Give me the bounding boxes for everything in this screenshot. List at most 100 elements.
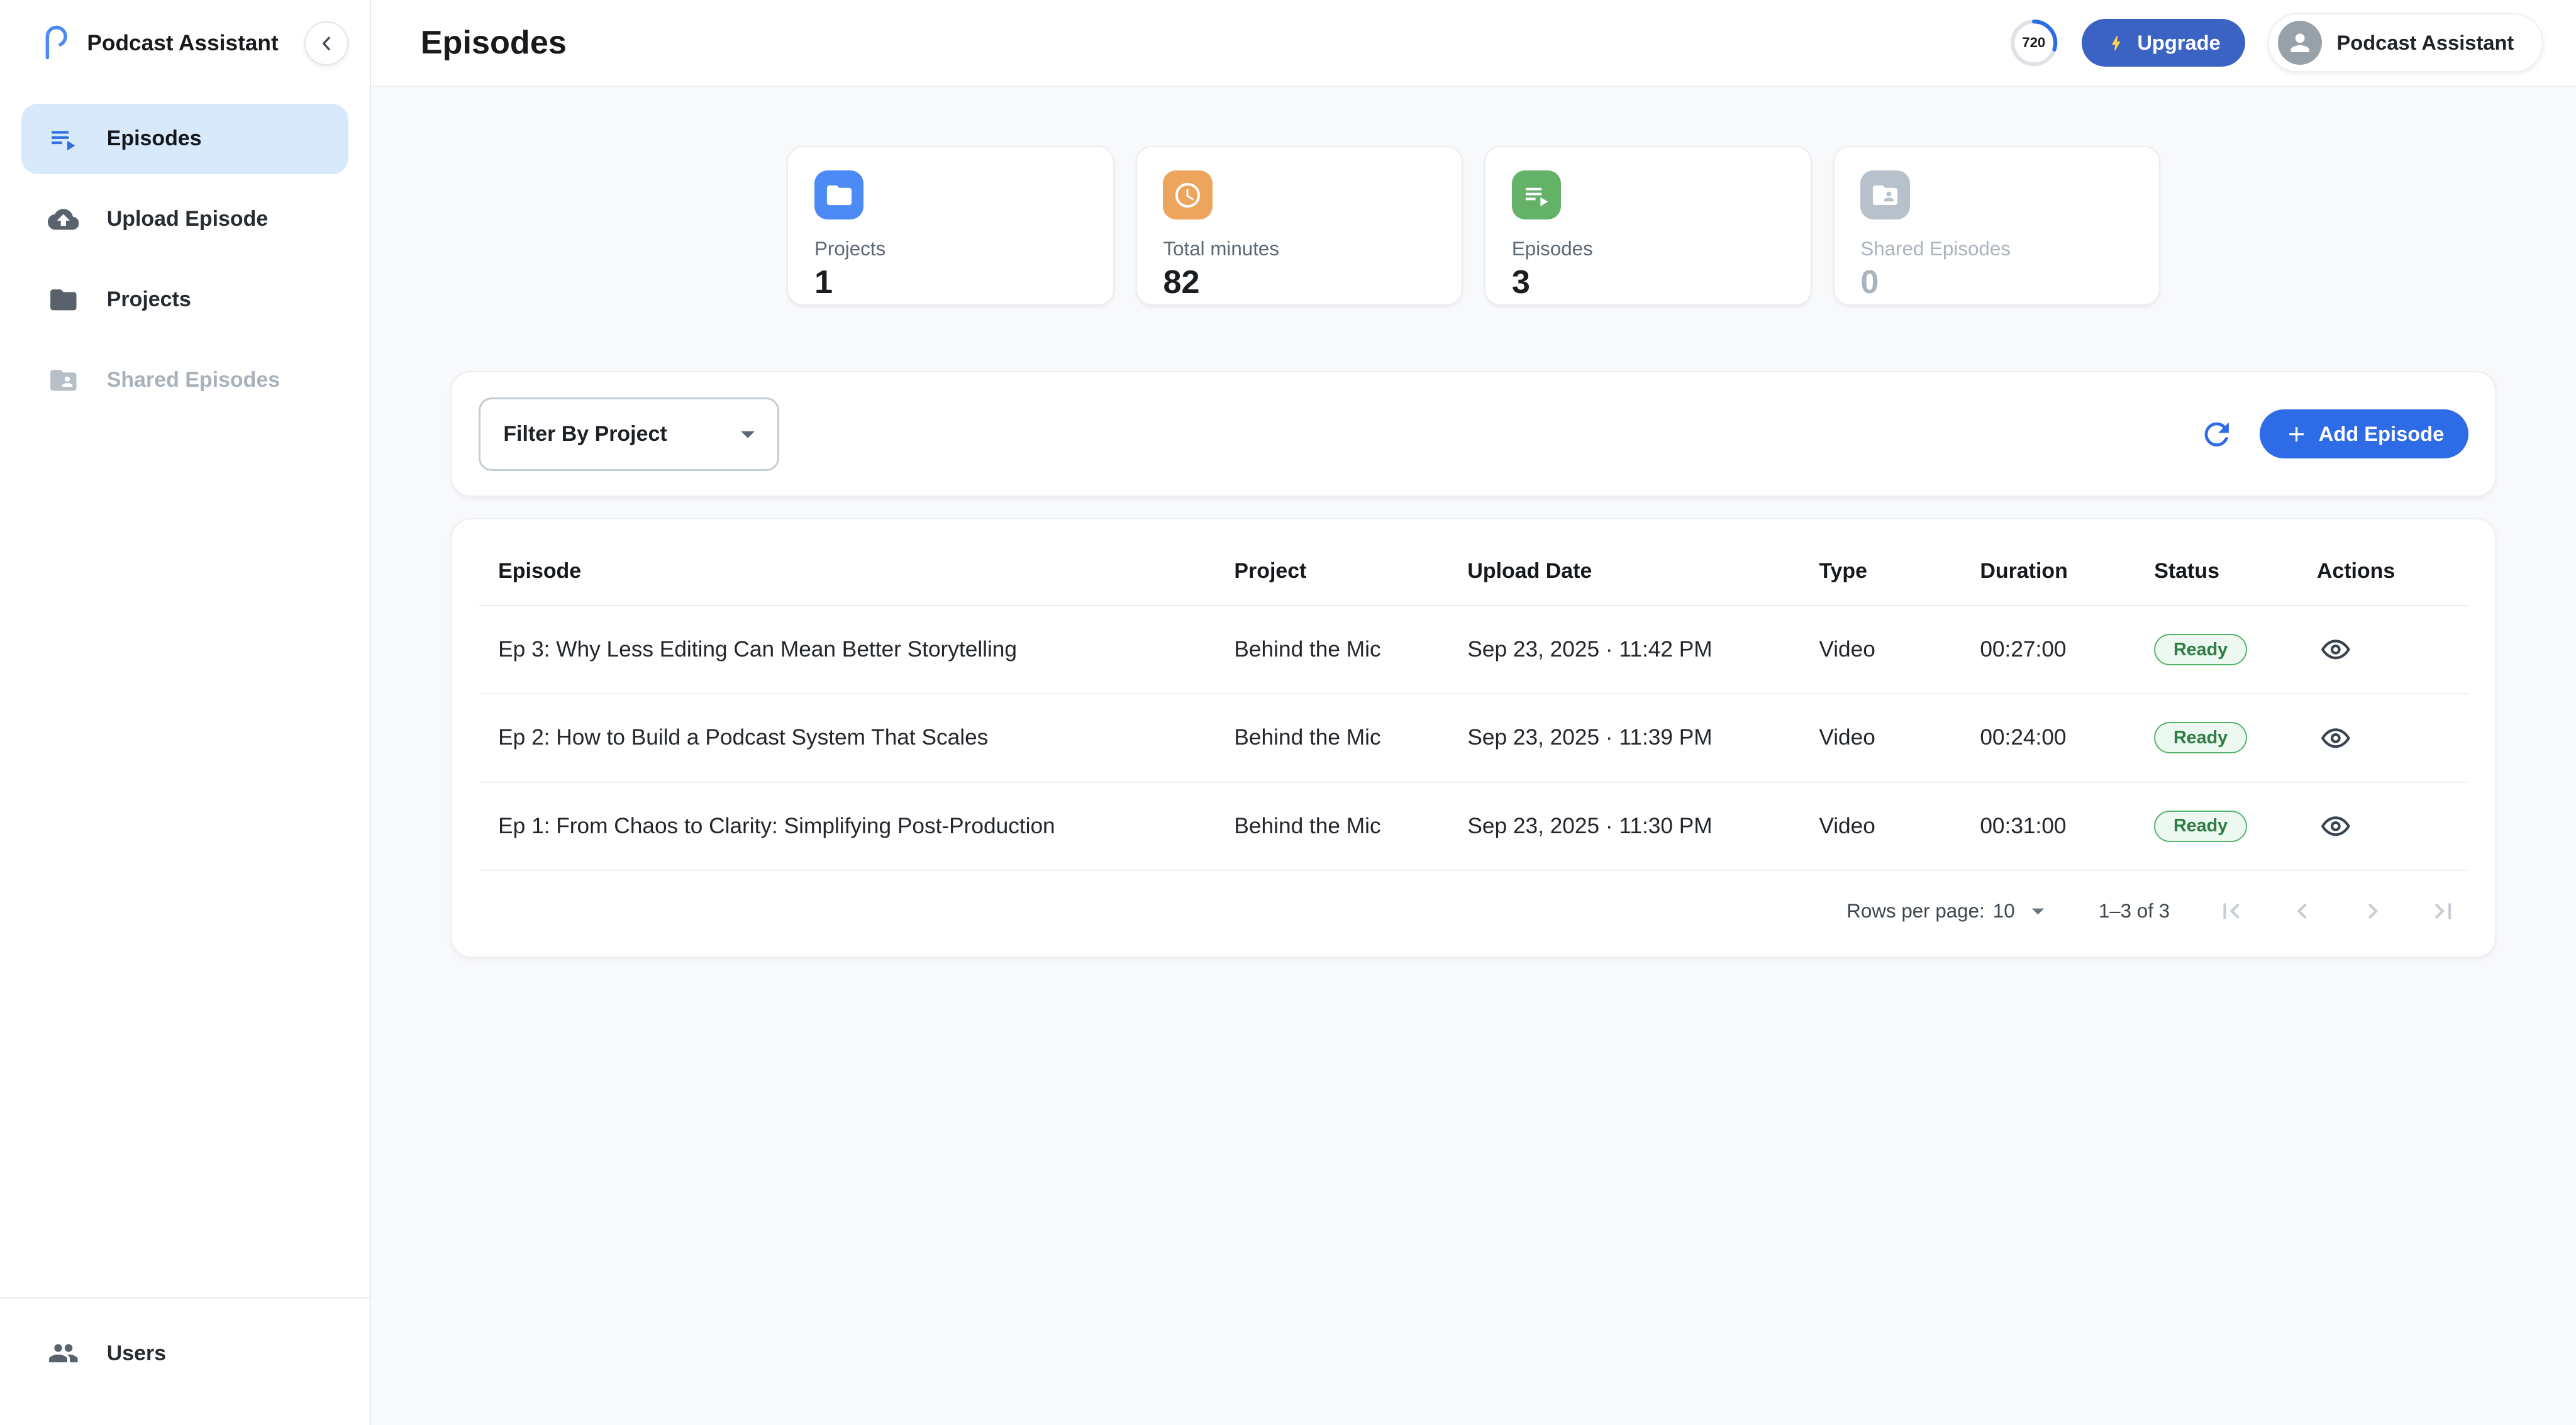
- folder-icon: [48, 284, 79, 316]
- app-root: Podcast Assistant Episodes Upload Episod…: [0, 0, 2576, 1425]
- sidebar-item-label: Episodes: [107, 126, 202, 151]
- column-header-upload-date: Upload Date: [1448, 533, 1799, 606]
- episode-date: Sep 23, 2025 · 11:30 PM: [1448, 782, 1799, 870]
- table-header-row: Episode Project Upload Date Type Duratio…: [479, 533, 2469, 606]
- refresh-icon: [2199, 416, 2235, 452]
- status-badge: Ready: [2154, 722, 2247, 753]
- playlist-icon: [1522, 180, 1552, 210]
- first-page-button[interactable]: [2216, 895, 2247, 927]
- table-row: Ep 3: Why Less Editing Can Mean Better S…: [479, 606, 2469, 694]
- episode-type: Video: [1799, 694, 1960, 782]
- filter-actions: Add Episode: [2196, 409, 2469, 458]
- account-menu[interactable]: Podcast Assistant: [2268, 13, 2543, 72]
- avatar: [2278, 21, 2323, 65]
- rows-per-page-value: 10: [1993, 900, 2015, 923]
- eye-icon: [2320, 723, 2351, 754]
- column-header-episode: Episode: [479, 533, 1214, 606]
- status-badge: Ready: [2154, 811, 2247, 842]
- episode-type: Video: [1799, 606, 1960, 694]
- main-area: Episodes 720 Upgrade Pod: [371, 0, 2576, 1425]
- column-header-type: Type: [1799, 533, 1960, 606]
- sidebar-item-users[interactable]: Users: [21, 1318, 348, 1389]
- column-header-project: Project: [1214, 533, 1448, 606]
- sidebar-item-shared-episodes[interactable]: Shared Episodes: [21, 345, 348, 416]
- account-name: Podcast Assistant: [2337, 31, 2514, 55]
- first-page-icon: [2216, 895, 2247, 927]
- credits-ring[interactable]: 720: [2009, 18, 2058, 67]
- upgrade-label: Upgrade: [2137, 31, 2220, 55]
- next-page-button[interactable]: [2357, 895, 2389, 927]
- stat-value: 82: [1163, 263, 1435, 301]
- person-icon: [2286, 29, 2314, 57]
- pagination-controls: [2216, 895, 2459, 927]
- stat-card-shared-episodes: Shared Episodes 0: [1833, 146, 2160, 305]
- stat-value: 0: [1860, 263, 2133, 301]
- episode-duration: 00:27:00: [1960, 606, 2135, 694]
- episodes-table-card: Episode Project Upload Date Type Duratio…: [451, 518, 2496, 958]
- chevron-right-icon: [2357, 895, 2389, 927]
- episode-date: Sep 23, 2025 · 11:42 PM: [1448, 606, 1799, 694]
- column-header-actions: Actions: [2297, 533, 2468, 606]
- pagination-range: 1–3 of 3: [2099, 900, 2170, 923]
- sidebar-item-projects[interactable]: Projects: [21, 265, 348, 335]
- project-filter-label: Filter By Project: [503, 422, 667, 446]
- project-filter-select[interactable]: Filter By Project: [479, 397, 779, 472]
- clock-icon: [1173, 180, 1202, 210]
- sidebar-item-episodes[interactable]: Episodes: [21, 104, 348, 174]
- eye-icon: [2320, 634, 2351, 665]
- app-brand: Podcast Assistant: [87, 31, 278, 56]
- filter-bar: Filter By Project Add Episode: [451, 371, 2496, 497]
- sidebar-item-label: Upload Episode: [107, 207, 268, 231]
- chevron-left-icon: [2287, 895, 2318, 927]
- episode-project: Behind the Mic: [1214, 606, 1448, 694]
- episode-title: Ep 1: From Chaos to Clarity: Simplifying…: [479, 782, 1214, 870]
- episodes-table: Episode Project Upload Date Type Duratio…: [479, 533, 2469, 871]
- stat-label: Total minutes: [1163, 238, 1435, 260]
- episode-title: Ep 3: Why Less Editing Can Mean Better S…: [479, 606, 1214, 694]
- eye-icon: [2320, 811, 2351, 842]
- view-episode-button[interactable]: [2317, 719, 2355, 757]
- folder-shared-icon: [48, 365, 79, 396]
- column-header-duration: Duration: [1960, 533, 2135, 606]
- view-episode-button[interactable]: [2317, 807, 2355, 845]
- upgrade-button[interactable]: Upgrade: [2082, 19, 2245, 67]
- stat-label: Projects: [814, 238, 1087, 260]
- podcast-logo-icon: [35, 25, 70, 61]
- add-episode-button[interactable]: Add Episode: [2260, 409, 2469, 458]
- chevron-left-icon: [315, 32, 338, 55]
- table-row: Ep 1: From Chaos to Clarity: Simplifying…: [479, 782, 2469, 870]
- rows-per-page-label: Rows per page:: [1846, 900, 1984, 923]
- view-episode-button[interactable]: [2317, 631, 2355, 668]
- cloud-upload-icon: [48, 204, 79, 235]
- topbar-actions: 720 Upgrade Podcast Assistant: [2009, 13, 2543, 72]
- sidebar-item-label: Users: [107, 1341, 166, 1366]
- previous-page-button[interactable]: [2287, 895, 2318, 927]
- table-row: Ep 2: How to Build a Podcast System That…: [479, 694, 2469, 782]
- stat-value: 3: [1512, 263, 1784, 301]
- pagination-bar: Rows per page: 10 1–3 of 3: [479, 871, 2469, 936]
- top-bar: Episodes 720 Upgrade Pod: [371, 0, 2576, 87]
- stat-label: Episodes: [1512, 238, 1784, 260]
- stat-label: Shared Episodes: [1860, 238, 2133, 260]
- sidebar-item-label: Projects: [107, 287, 191, 312]
- bolt-icon: [2106, 33, 2126, 53]
- folder-shared-icon: [1870, 180, 1900, 210]
- episode-project: Behind the Mic: [1214, 782, 1448, 870]
- folder-icon: [824, 180, 854, 210]
- last-page-icon: [2428, 895, 2459, 927]
- stat-card-episodes: Episodes 3: [1484, 146, 1811, 305]
- content: Projects 1 Total minutes 82: [371, 87, 2576, 1424]
- stat-card-projects: Projects 1: [787, 146, 1114, 305]
- add-episode-label: Add Episode: [2319, 422, 2444, 446]
- sidebar-footer: Users: [0, 1297, 370, 1425]
- episode-date: Sep 23, 2025 · 11:39 PM: [1448, 694, 1799, 782]
- episode-project: Behind the Mic: [1214, 694, 1448, 782]
- page-title: Episodes: [421, 24, 567, 62]
- chevron-down-icon: [731, 418, 764, 450]
- sidebar-collapse-button[interactable]: [304, 21, 349, 66]
- rows-per-page-select[interactable]: Rows per page: 10: [1846, 896, 2052, 926]
- last-page-button[interactable]: [2428, 895, 2459, 927]
- stat-value: 1: [814, 263, 1087, 301]
- sidebar-item-upload-episode[interactable]: Upload Episode: [21, 184, 348, 255]
- refresh-button[interactable]: [2196, 413, 2238, 455]
